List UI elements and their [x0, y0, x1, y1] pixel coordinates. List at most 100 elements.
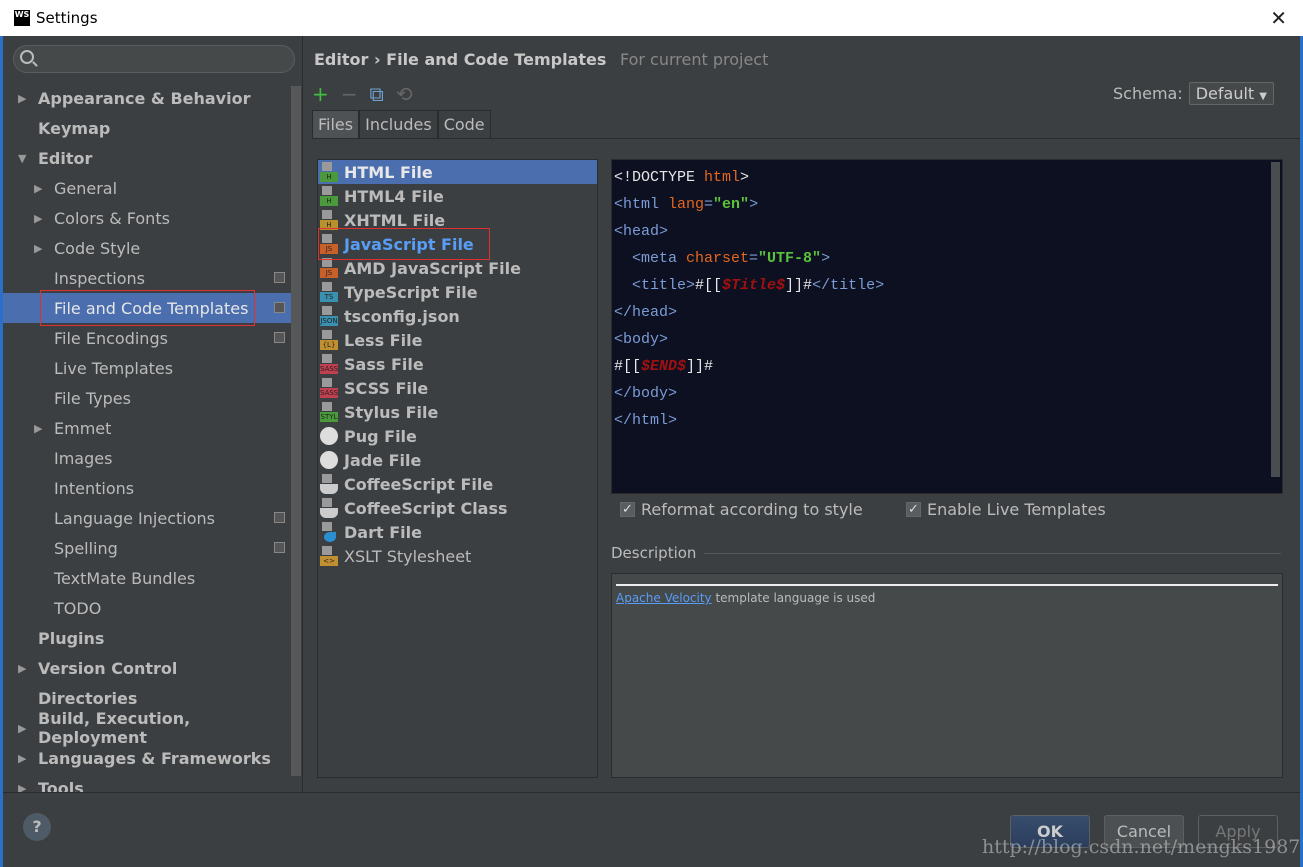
chevron-right-icon[interactable]: ▶: [34, 422, 42, 435]
sidebar-item[interactable]: ▶ Appearance & Behavior: [3, 83, 291, 113]
template-item[interactable]: SASS Sass File: [318, 352, 597, 376]
sidebar-item[interactable]: ▶ Code Style: [3, 233, 291, 263]
template-item[interactable]: SASS SCSS File: [318, 376, 597, 400]
chevron-down-icon[interactable]: ▼: [18, 152, 26, 165]
reset-icon[interactable]: ⟲: [396, 82, 413, 106]
chevron-right-icon[interactable]: ▶: [18, 722, 26, 735]
tab-files[interactable]: Files: [312, 110, 360, 138]
chevron-right-icon[interactable]: ▶: [34, 242, 42, 255]
schema-dropdown[interactable]: Default ▼: [1188, 82, 1274, 105]
sidebar-item[interactable]: Keymap: [3, 113, 291, 143]
code-token: =: [749, 250, 759, 267]
template-item[interactable]: TS TypeScript File: [318, 280, 597, 304]
sidebar-item[interactable]: TextMate Bundles: [3, 563, 291, 593]
sidebar-item[interactable]: ▶ General: [3, 173, 291, 203]
code-line: </head>: [612, 299, 1282, 326]
template-item[interactable]: H HTML File: [318, 160, 597, 184]
reformat-checkbox[interactable]: ✓ Reformat according to style: [620, 500, 863, 519]
sidebar-item-label: Directories: [38, 688, 138, 708]
sidebar-item[interactable]: File Encodings: [3, 323, 291, 353]
close-icon[interactable]: ✕: [1270, 6, 1287, 30]
template-item[interactable]: {L} Less File: [318, 328, 597, 352]
editor-scrollbar[interactable]: [1271, 162, 1280, 477]
dialog-footer: ? OK Cancel Apply: [3, 792, 1300, 864]
sidebar-item[interactable]: ▶ Tools: [3, 773, 291, 793]
sidebar-item[interactable]: Plugins: [3, 623, 291, 653]
sidebar-item-label: Appearance & Behavior: [38, 88, 251, 108]
search-input[interactable]: [13, 45, 295, 73]
sidebar-scrollbar[interactable]: [291, 86, 301, 776]
breadcrumb-separator: ›: [373, 50, 381, 69]
sidebar-item[interactable]: TODO: [3, 593, 291, 623]
project-scope-label: For current project: [619, 50, 769, 69]
remove-icon[interactable]: −: [341, 82, 358, 106]
template-item[interactable]: Jade File: [318, 448, 597, 472]
cancel-button[interactable]: Cancel: [1104, 815, 1184, 848]
sidebar-item[interactable]: ▶ Version Control: [3, 653, 291, 683]
code-token: </title>: [812, 277, 885, 294]
chevron-right-icon[interactable]: ▶: [34, 212, 42, 225]
code-token: >: [821, 250, 831, 267]
code-line: <title>#[[$Title$]]#</title>: [612, 272, 1282, 299]
apache-velocity-link[interactable]: Apache Velocity: [616, 591, 712, 605]
template-name: Pug File: [344, 426, 417, 446]
sidebar-item-label: File Encodings: [54, 328, 168, 348]
sidebar-item[interactable]: Inspections: [3, 263, 291, 293]
chevron-right-icon[interactable]: ▶: [18, 92, 26, 105]
template-item[interactable]: Dart File: [318, 520, 597, 544]
sidebar-item[interactable]: ▶ Colors & Fonts: [3, 203, 291, 233]
sidebar-item[interactable]: Spelling: [3, 533, 291, 563]
tab-includes[interactable]: Includes: [359, 110, 438, 138]
sidebar-item-label: Intentions: [54, 478, 135, 498]
live-templates-checkbox[interactable]: ✓ Enable Live Templates: [906, 500, 1106, 519]
sidebar-item-label: TODO: [54, 598, 102, 618]
sidebar-item[interactable]: ▶ Languages & Frameworks: [3, 743, 291, 773]
chevron-right-icon[interactable]: ▶: [18, 782, 26, 793]
chevron-right-icon[interactable]: ▶: [18, 662, 26, 675]
sidebar-item[interactable]: Language Injections: [3, 503, 291, 533]
template-name: CoffeeScript File: [344, 474, 494, 494]
divider: [616, 584, 1278, 586]
file-type-icon: <>: [320, 546, 338, 566]
code-token: <body>: [614, 331, 669, 348]
sidebar-item-label: Editor: [38, 148, 93, 168]
template-item[interactable]: CoffeeScript File: [318, 472, 597, 496]
ok-button[interactable]: OK: [1010, 815, 1090, 848]
code-token: $Title$: [722, 277, 786, 294]
template-tabs: Files Includes Code: [312, 110, 1300, 139]
sidebar-item[interactable]: Images: [3, 443, 291, 473]
pug-icon: [320, 451, 338, 469]
file-type-icon: STYL: [320, 402, 338, 422]
file-type-icon: {L}: [320, 330, 338, 350]
template-item[interactable]: <> XSLT Stylesheet: [318, 544, 597, 568]
sidebar-item-label: Inspections: [54, 268, 145, 288]
schema-selector: Schema: Default ▼: [1113, 82, 1274, 105]
template-item[interactable]: CoffeeScript Class: [318, 496, 597, 520]
template-item[interactable]: Pug File: [318, 424, 597, 448]
template-name: TypeScript File: [344, 282, 478, 302]
add-icon[interactable]: +: [312, 82, 329, 106]
help-button[interactable]: ?: [23, 813, 51, 841]
code-token: </html>: [614, 412, 678, 429]
template-item[interactable]: H HTML4 File: [318, 184, 597, 208]
template-item[interactable]: STYL Stylus File: [318, 400, 597, 424]
sidebar-item[interactable]: ▶ Emmet: [3, 413, 291, 443]
sidebar-item-label: TextMate Bundles: [54, 568, 196, 588]
sidebar-item[interactable]: ▼ Editor: [3, 143, 291, 173]
schema-value: Default: [1195, 84, 1255, 103]
template-editor[interactable]: <!DOCTYPE html> <html lang="en"> <head> <m…: [611, 159, 1283, 494]
copy-icon[interactable]: ⧉: [370, 82, 384, 106]
code-token: <title>: [614, 277, 696, 294]
sidebar-item[interactable]: Live Templates: [3, 353, 291, 383]
file-type-icon: SASS: [320, 354, 338, 374]
sidebar-item-label: General: [54, 178, 118, 198]
template-item[interactable]: JSON tsconfig.json: [318, 304, 597, 328]
sidebar-item[interactable]: File Types: [3, 383, 291, 413]
tab-code[interactable]: Code: [437, 110, 491, 138]
chevron-right-icon[interactable]: ▶: [18, 752, 26, 765]
sidebar-item[interactable]: Intentions: [3, 473, 291, 503]
sidebar-item-label: Images: [54, 448, 113, 468]
apply-button[interactable]: Apply: [1198, 815, 1278, 848]
chevron-right-icon[interactable]: ▶: [34, 182, 42, 195]
sidebar-item[interactable]: ▶ Build, Execution, Deployment: [3, 709, 291, 747]
